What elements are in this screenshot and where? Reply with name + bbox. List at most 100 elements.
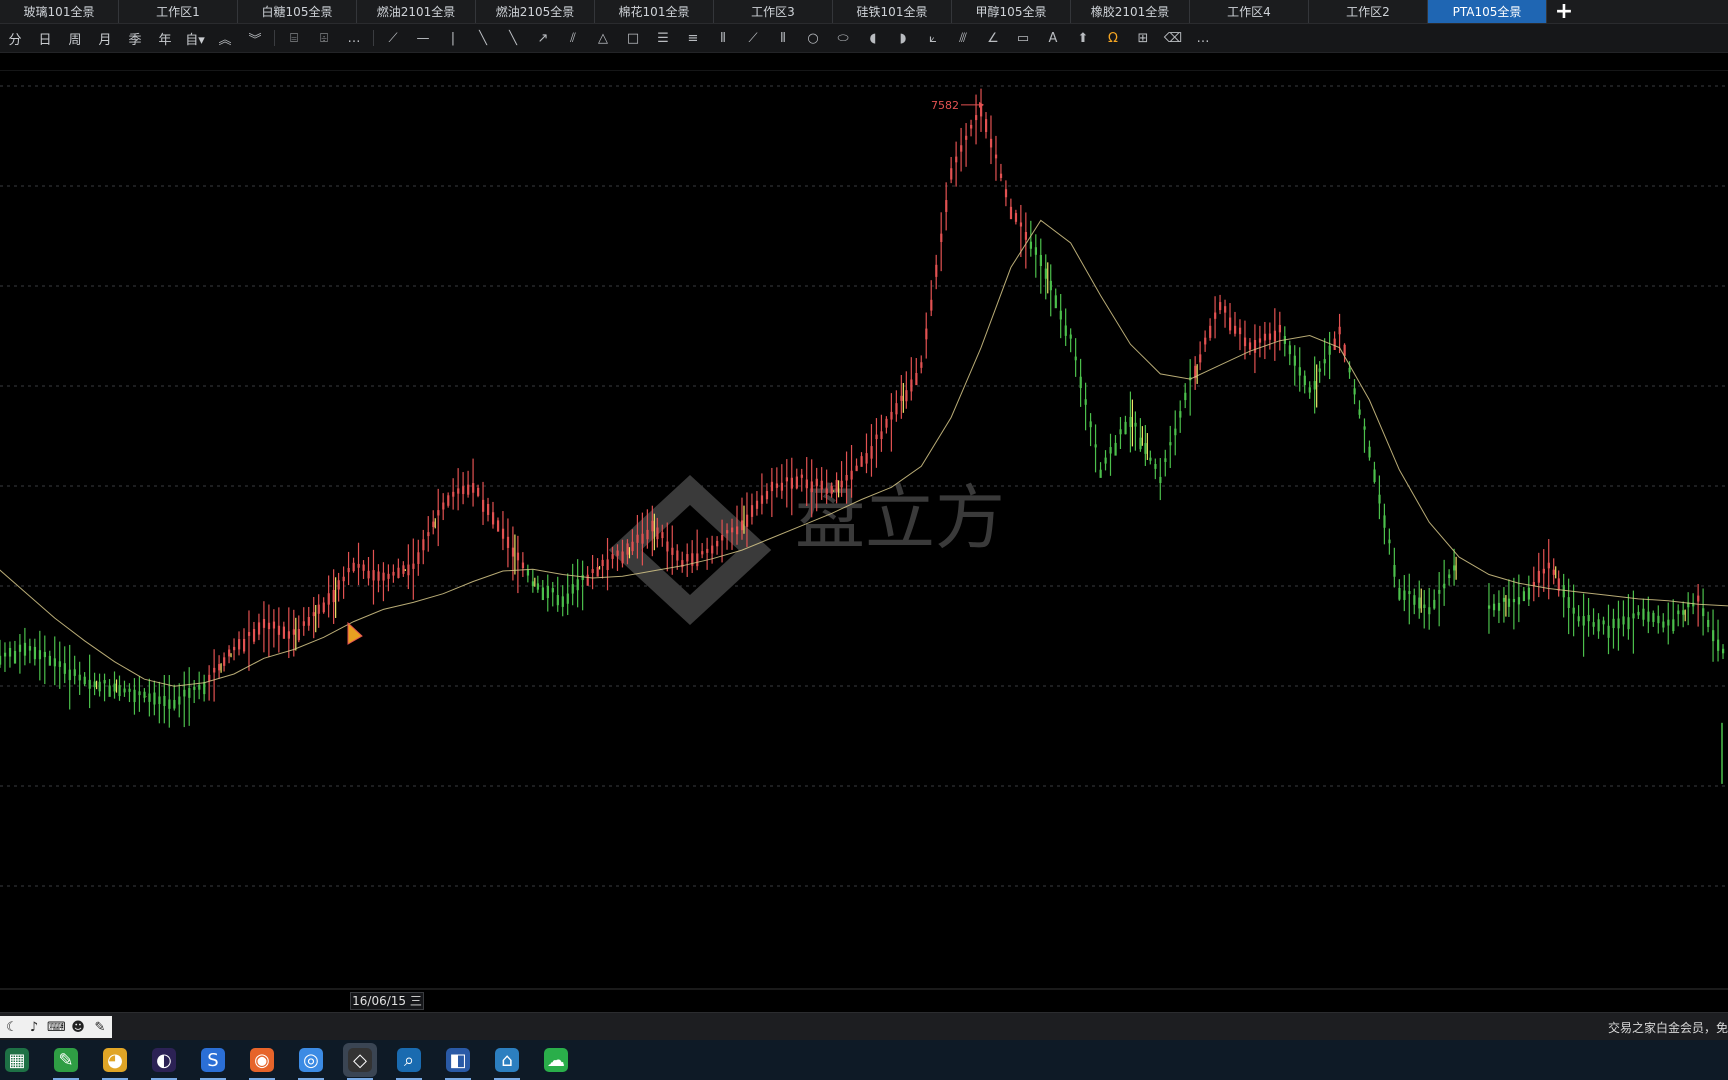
tab-5[interactable]: 棉花101全景 xyxy=(595,0,714,23)
more-icon[interactable]: … xyxy=(1188,31,1218,46)
tab-4[interactable]: 燃油2105全景 xyxy=(476,0,595,23)
price-bar-body xyxy=(143,691,146,698)
tab-3[interactable]: 燃油2101全景 xyxy=(357,0,476,23)
triangle-icon[interactable]: △ xyxy=(588,31,618,46)
home-app-icon[interactable]: ⌂ xyxy=(490,1043,524,1080)
period-button-3[interactable]: 月 xyxy=(90,29,120,48)
period-button-2[interactable]: 周 xyxy=(60,29,90,48)
more-icon[interactable]: … xyxy=(339,31,369,46)
firefox-icon[interactable]: ◉ xyxy=(245,1043,279,1080)
status-bar: ☾ ♪ ⌨ ☻ ✎ 交易之家白金会员，免 xyxy=(0,1012,1728,1041)
text-icon[interactable]: A xyxy=(1038,31,1068,46)
chrome-icon[interactable]: ◎ xyxy=(294,1043,328,1080)
angle-icon[interactable]: ∠ xyxy=(978,31,1008,46)
period-button-0[interactable]: 分 xyxy=(0,29,30,48)
tab-1[interactable]: 工作区1 xyxy=(119,0,238,23)
price-bar-body xyxy=(407,564,410,576)
add-tab-button[interactable]: + xyxy=(1547,0,1581,24)
cycle-lines-icon[interactable]: ⦀ xyxy=(768,31,798,46)
price-bar-body xyxy=(1159,476,1162,483)
arrow-line-icon[interactable]: ↗ xyxy=(528,31,558,46)
tab-2[interactable]: 白糖105全景 xyxy=(238,0,357,23)
gann-icon[interactable]: ⟋ xyxy=(738,31,768,46)
tab-10[interactable]: 工作区4 xyxy=(1190,0,1309,23)
cube-app-icon[interactable]: ◧ xyxy=(441,1043,475,1080)
wechat-icon[interactable]: ☁ xyxy=(539,1043,573,1077)
price-bar-body xyxy=(1448,574,1451,579)
arc-right-icon[interactable]: ◗ xyxy=(888,31,918,46)
crosshair-date-label: 16/06/15 三 xyxy=(350,992,424,1010)
price-bar-body xyxy=(870,446,873,459)
magnet-icon[interactable]: Ω xyxy=(1098,31,1128,46)
line-icon[interactable]: ╲ xyxy=(498,31,528,46)
period-button-6[interactable]: 自▾ xyxy=(180,29,210,48)
price-bar-body xyxy=(1512,598,1516,603)
tab-12[interactable]: PTA105全景 xyxy=(1428,0,1547,23)
wrench-icon[interactable]: ✎ xyxy=(91,1020,109,1035)
parallel-icon[interactable]: ⫽ xyxy=(558,31,588,46)
eraser-icon[interactable]: ⌫ xyxy=(1158,31,1188,46)
grid-icon[interactable]: ⊞ xyxy=(1128,31,1158,46)
tab-6[interactable]: 工作区3 xyxy=(714,0,833,23)
keyboard-icon[interactable]: ⌨ xyxy=(47,1020,66,1035)
price-chart[interactable]: 盘立方758220162017201820192020 xyxy=(0,70,1728,990)
price-bar-body xyxy=(1388,539,1391,544)
period-button-5[interactable]: 年 xyxy=(150,29,180,48)
excel-icon[interactable]: ▦ xyxy=(0,1043,34,1077)
fib-vertical-icon[interactable]: ⦀ xyxy=(708,31,738,46)
ray-icon[interactable]: ╲ xyxy=(468,31,498,46)
peak-price-label: 7582 xyxy=(931,99,959,112)
period-button-1[interactable]: 日 xyxy=(30,29,60,48)
circle-icon[interactable]: ○ xyxy=(798,31,828,46)
price-bar-body xyxy=(1109,447,1112,454)
price-bar-body xyxy=(601,559,604,567)
price-bar-body xyxy=(1617,618,1620,629)
price-bar-body xyxy=(716,540,719,547)
rect-icon[interactable]: □ xyxy=(618,31,648,46)
notepad-icon[interactable]: ✎ xyxy=(49,1043,83,1080)
price-bar-body xyxy=(218,664,221,671)
arc-left-icon[interactable]: ◖ xyxy=(858,31,888,46)
tab-11[interactable]: 工作区2 xyxy=(1309,0,1428,23)
tab-8[interactable]: 甲醇105全景 xyxy=(952,0,1071,23)
bar-gap-icon[interactable]: ⌸ xyxy=(279,31,309,46)
bird-icon[interactable]: ◕ xyxy=(98,1043,132,1080)
ellipse-icon[interactable]: ⬭ xyxy=(828,31,858,46)
price-bar-body xyxy=(865,453,868,464)
up-arrow-icon[interactable]: ⬆ xyxy=(1068,31,1098,46)
price-bar-body xyxy=(1517,597,1521,605)
sound-icon[interactable]: ♪ xyxy=(25,1020,43,1035)
price-bar-body xyxy=(1602,620,1605,625)
tab-9[interactable]: 橡胶2101全景 xyxy=(1071,0,1190,23)
search-app-icon[interactable]: ⌕ xyxy=(392,1043,426,1080)
tab-7[interactable]: 硅铁101全景 xyxy=(833,0,952,23)
price-bar-body xyxy=(885,418,888,428)
chevrons-down-icon[interactable]: ︾ xyxy=(240,29,270,48)
user-icon[interactable]: ☻ xyxy=(69,1020,87,1035)
price-bar-body xyxy=(1597,619,1600,632)
text-align-icon[interactable]: ☰ xyxy=(648,31,678,46)
bar-width-icon[interactable]: ⌹ xyxy=(309,31,339,46)
price-bar-body xyxy=(845,474,848,481)
eclipse-icon[interactable]: ◐ xyxy=(147,1043,181,1080)
chevrons-up-icon[interactable]: ︽ xyxy=(210,29,240,48)
ruler-icon[interactable]: ▭ xyxy=(1008,31,1038,46)
price-bar-body xyxy=(287,631,291,639)
price-chart-area[interactable]: 盘立方758220162017201820192020 xyxy=(0,70,1728,990)
price-bar-body xyxy=(621,551,624,564)
price-bar-body xyxy=(128,688,131,692)
trading-app-icon[interactable]: ◇ xyxy=(343,1043,377,1080)
segment-icon[interactable]: ⟋ xyxy=(378,31,408,46)
speed-lines-icon[interactable]: ⫻ xyxy=(948,31,978,46)
tab-0[interactable]: 玻璃101全景 xyxy=(0,0,119,23)
vertical-line-icon[interactable]: | xyxy=(438,31,468,46)
sogou-icon[interactable]: S xyxy=(196,1043,230,1080)
moon-icon[interactable]: ☾ xyxy=(3,1020,21,1035)
price-bar-body xyxy=(930,299,933,311)
price-bar-body xyxy=(123,688,126,693)
fan-icon[interactable]: ⟀ xyxy=(918,31,948,46)
text-right-icon[interactable]: ≡ xyxy=(678,31,708,46)
price-bar-body xyxy=(994,154,998,159)
horizontal-line-icon[interactable]: — xyxy=(408,31,438,46)
period-button-4[interactable]: 季 xyxy=(120,29,150,48)
